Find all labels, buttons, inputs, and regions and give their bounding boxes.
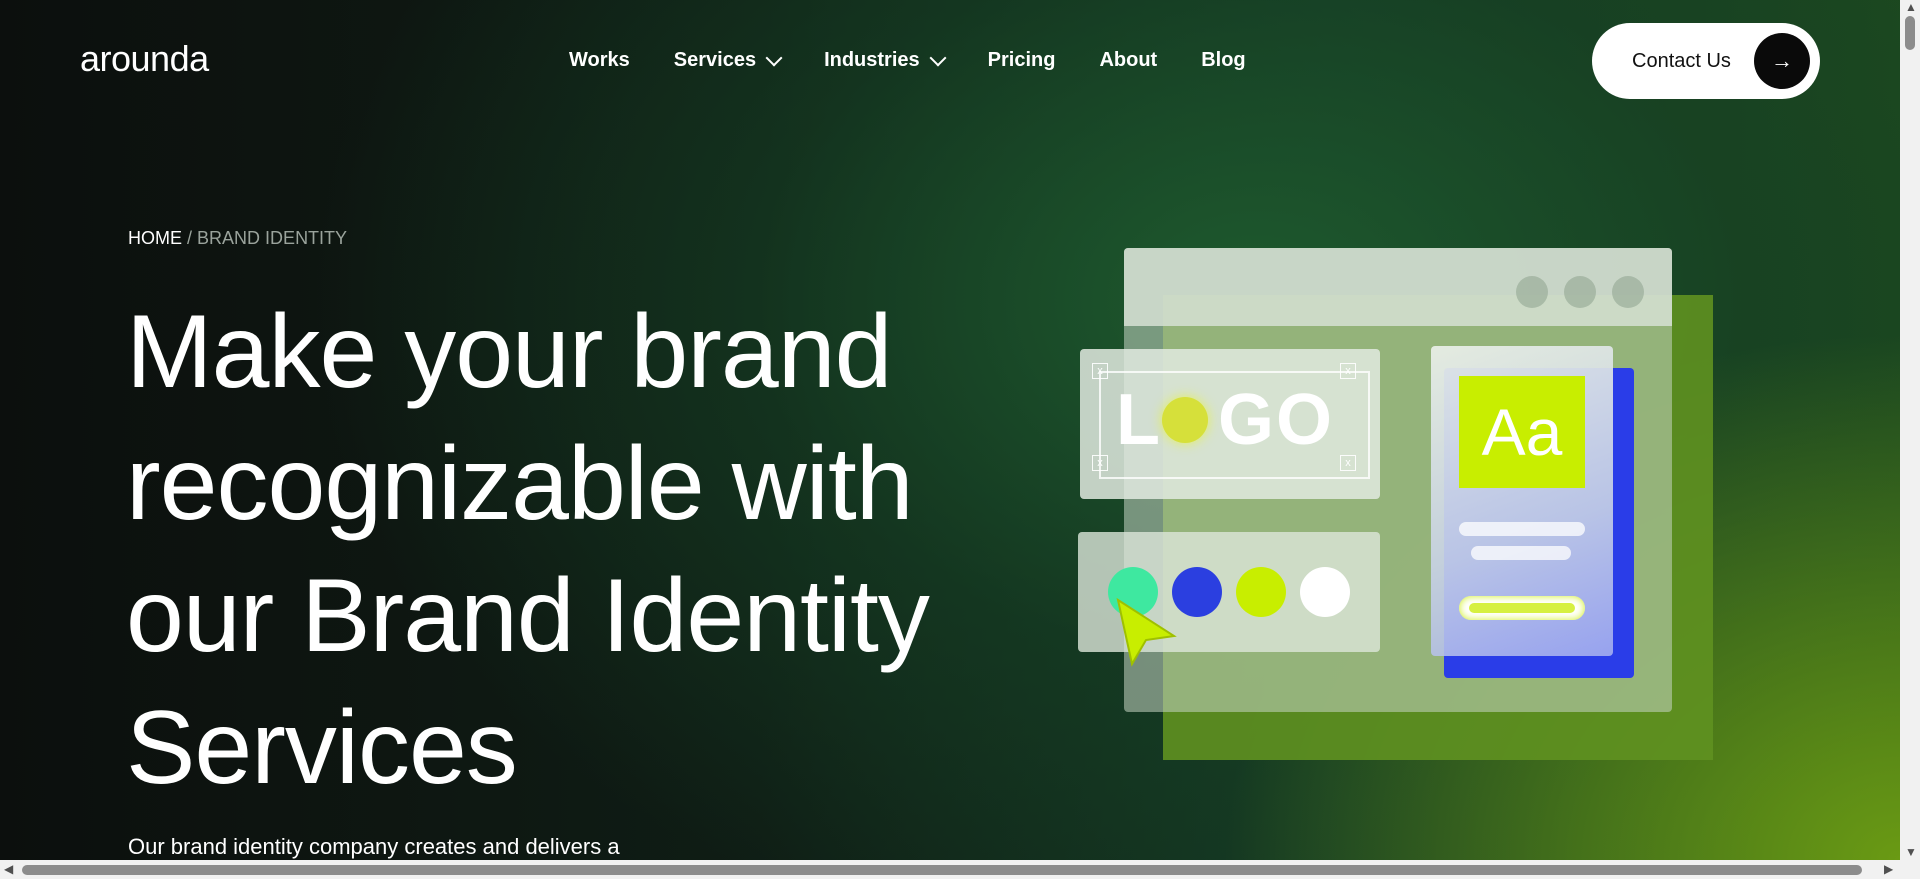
breadcrumb-separator: / <box>187 228 193 248</box>
x-mark-icon: x <box>1340 363 1356 379</box>
nav-label: Pricing <box>987 49 1056 71</box>
nav-item-services[interactable]: Services <box>673 49 783 72</box>
breadcrumb-home[interactable]: HOME <box>128 228 182 248</box>
window-dot <box>1516 276 1548 308</box>
illustration-window-bar <box>1124 248 1672 326</box>
hero-section: arounda Works Services Industries Pricin… <box>0 0 1900 860</box>
button-placeholder <box>1459 596 1585 620</box>
breadcrumb: HOME / BRAND IDENTITY <box>128 228 347 249</box>
horizontal-scrollbar[interactable]: ◀ ▶ <box>0 860 1900 879</box>
title-line: Services <box>126 690 518 806</box>
horizontal-scroll-thumb[interactable] <box>22 865 1862 875</box>
vertical-scroll-thumb[interactable] <box>1905 16 1915 50</box>
title-line: Make your brand <box>126 294 892 410</box>
typeface-sample: Aa <box>1459 376 1585 488</box>
window-dot <box>1612 276 1644 308</box>
hero-description: Our brand identity company creates and d… <box>128 834 620 859</box>
brand-identity-illustration: x x x x L GO Aa <box>1075 246 1715 766</box>
page-title: Make your brand recognizable with our Br… <box>126 286 986 814</box>
logo-card: x x x x L GO <box>1080 349 1380 499</box>
x-mark-icon: x <box>1340 455 1356 471</box>
swatch-white <box>1300 567 1350 617</box>
chevron-down-icon <box>929 49 947 66</box>
scroll-up-icon[interactable]: ▲ <box>1905 0 1917 14</box>
chevron-down-icon <box>765 49 783 66</box>
scroll-down-icon[interactable]: ▼ <box>1905 845 1917 859</box>
scroll-left-icon[interactable]: ◀ <box>4 862 13 876</box>
nav-item-works[interactable]: Works <box>569 49 630 72</box>
site-logo[interactable]: arounda <box>80 38 209 80</box>
x-mark-icon: x <box>1092 455 1108 471</box>
text-line-placeholder <box>1471 546 1571 560</box>
nav-label: About <box>1099 49 1158 71</box>
nav-label: Industries <box>824 49 920 71</box>
cursor-pointer-icon <box>1116 597 1177 667</box>
nav-item-blog[interactable]: Blog <box>1201 49 1245 72</box>
arrow-right-icon: → <box>1754 33 1810 89</box>
nav-item-pricing[interactable]: Pricing <box>988 49 1056 72</box>
contact-us-button[interactable]: Contact Us → <box>1592 23 1820 99</box>
nav-item-about[interactable]: About <box>1099 49 1157 72</box>
nav-item-industries[interactable]: Industries <box>824 49 947 72</box>
main-nav: Works Services Industries Pricing About … <box>569 49 1246 72</box>
typography-card: Aa <box>1431 346 1613 656</box>
button-placeholder-fill <box>1469 603 1575 613</box>
breadcrumb-current: BRAND IDENTITY <box>197 228 348 248</box>
vertical-scrollbar[interactable]: ▲ ▼ <box>1900 0 1920 879</box>
title-line: our Brand Identity <box>126 558 930 674</box>
window-dot <box>1564 276 1596 308</box>
scroll-right-icon[interactable]: ▶ <box>1884 862 1893 876</box>
nav-label: Blog <box>1201 49 1246 71</box>
logo-letter: L <box>1116 380 1162 460</box>
logo-sample-text: L GO <box>1116 379 1334 461</box>
logo-letters: GO <box>1217 380 1334 460</box>
nav-label: Services <box>673 49 757 71</box>
nav-label: Works <box>569 49 630 71</box>
contact-us-label: Contact Us <box>1632 49 1731 72</box>
swatch-lime <box>1236 567 1286 617</box>
x-mark-icon: x <box>1092 363 1108 379</box>
text-line-placeholder <box>1459 522 1585 536</box>
title-line: recognizable with <box>126 426 914 542</box>
